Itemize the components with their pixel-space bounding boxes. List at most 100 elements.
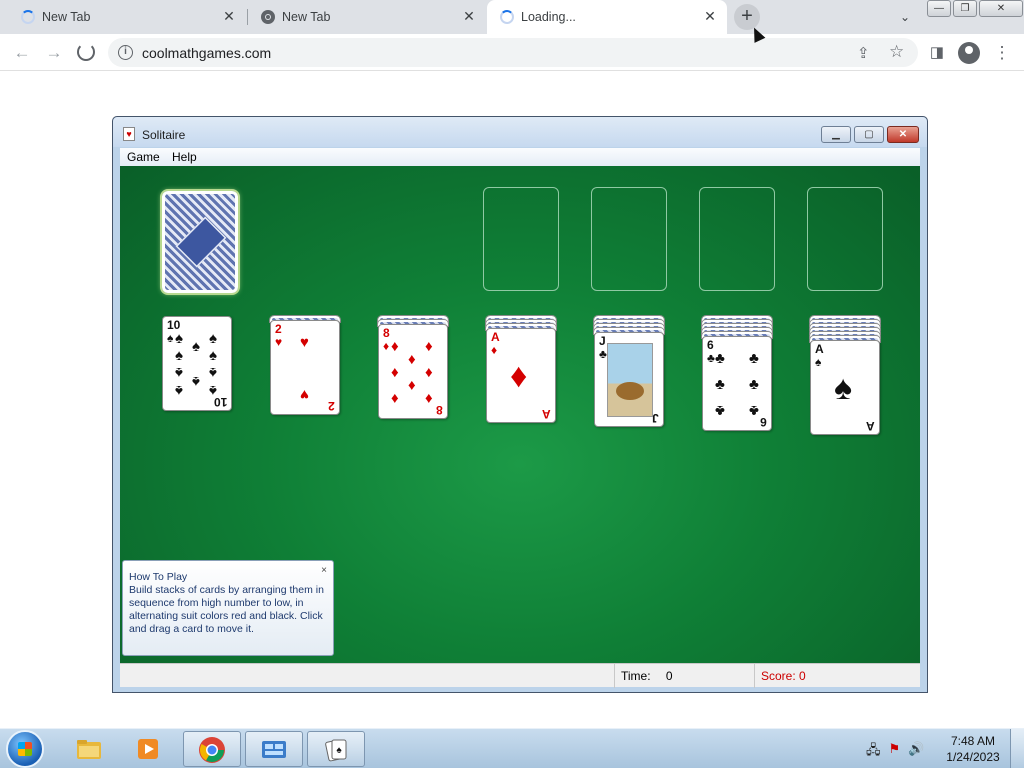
- card-rank: 2: [275, 322, 282, 336]
- media-player-icon: [135, 735, 163, 763]
- bookmark-star-icon[interactable]: ☆: [889, 42, 904, 62]
- face-up-card[interactable]: 6 ♣ 6 ♣ ♣ ♣ ♣ ♣ ♣: [702, 336, 772, 431]
- foundation-slot[interactable]: [591, 187, 667, 291]
- close-window-button[interactable]: ✕: [979, 0, 1023, 17]
- solitaire-minimize-button[interactable]: ▁: [821, 126, 851, 143]
- card-suit: ♦: [383, 339, 390, 353]
- score-label: Score:: [761, 669, 796, 683]
- game-table: 10 ♠ 10 ♠ ♠ ♠ ♠ ♠ ♠ ♠ ♠ ♠ ♠ 2 ♥ 2 ♥ ♥ 8 ♦ 8 ♦ ♦ ♦ ♦ ♦ ♦ ♦ ♦ A ♦ A ♦ J ♣ J 6 ♣…: [120, 166, 920, 663]
- card-rank: J: [652, 411, 659, 425]
- card-pip: ♣: [715, 350, 725, 367]
- score-display: Score: 0: [754, 664, 920, 688]
- card-suit: ♠: [167, 331, 174, 345]
- more-menu-icon[interactable]: ⋮: [991, 42, 1013, 64]
- face-up-card[interactable]: 10 ♠ 10 ♠ ♠ ♠ ♠ ♠ ♠ ♠ ♠ ♠ ♠: [162, 316, 232, 411]
- taskbar-explorer[interactable]: [61, 731, 119, 767]
- close-icon[interactable]: ✕: [701, 7, 719, 25]
- card-pip: ♦: [425, 390, 433, 407]
- foundation-slot[interactable]: [807, 187, 883, 291]
- status-bar: Time: 0 Score: 0: [120, 663, 920, 688]
- stop-loading-button[interactable]: [77, 43, 95, 61]
- back-button[interactable]: ←: [11, 42, 33, 64]
- side-panel-icon[interactable]: ◨: [926, 42, 948, 64]
- taskbar-control-panel[interactable]: [245, 731, 303, 767]
- card-suit: ♠: [815, 355, 822, 369]
- card-pip: ♦: [391, 390, 399, 407]
- card-suit: ♣: [707, 351, 715, 365]
- tab-loading[interactable]: Loading... ✕: [487, 0, 727, 34]
- volume-icon[interactable]: 🔊: [908, 741, 924, 763]
- network-icon[interactable]: 🖧: [866, 741, 881, 763]
- clock-time: 7:48 AM: [950, 734, 996, 748]
- face-up-card[interactable]: A ♠ A ♠: [810, 340, 880, 435]
- how-to-play-text: Build stacks of cards by arranging them …: [129, 584, 324, 635]
- face-up-card[interactable]: A ♦ A ♦: [486, 328, 556, 423]
- card-rank: 2: [328, 399, 335, 413]
- tab-new-tab-1[interactable]: New Tab ✕: [8, 0, 246, 34]
- card-pip: ♦: [425, 364, 433, 381]
- taskbar-chrome[interactable]: [183, 731, 241, 767]
- tab-strip: New Tab ✕ New Tab ✕ Loading... ✕ + ⌄ — ❐…: [0, 0, 1024, 34]
- card-suit: ♣: [599, 347, 607, 361]
- start-button[interactable]: [6, 730, 44, 768]
- window-controls: — ❐ ✕: [927, 0, 1023, 18]
- browser-toolbar: ← → i coolmathgames.com ⇪ ☆ ◨ ⋮: [0, 34, 1024, 71]
- card-pip: ♠: [175, 382, 183, 399]
- taskbar-media-player[interactable]: [121, 731, 179, 767]
- foundation-slot[interactable]: [483, 187, 559, 291]
- profile-avatar-icon[interactable]: [958, 42, 980, 64]
- site-info-icon[interactable]: i: [118, 45, 133, 60]
- system-tray: 🖧 ⚑ 🔊: [866, 741, 924, 763]
- card-pip: ♠: [192, 373, 200, 391]
- card-pip: ♠: [175, 364, 183, 382]
- card-rank: 6: [760, 415, 767, 429]
- action-center-flag-icon[interactable]: ⚑: [889, 741, 901, 763]
- face-up-card[interactable]: 2 ♥ 2 ♥ ♥: [270, 320, 340, 415]
- menu-game[interactable]: Game: [127, 150, 160, 164]
- minimize-button[interactable]: —: [927, 0, 951, 17]
- card-pip: ♦: [391, 364, 399, 381]
- jack-artwork: [607, 343, 653, 417]
- foundation-slot[interactable]: [699, 187, 775, 291]
- card-suit: ♦: [491, 343, 498, 357]
- card-pips: ♦ ♦ ♦ ♦ ♦ ♦ ♦ ♦: [391, 339, 437, 407]
- card-pip: ♣: [715, 376, 725, 393]
- taskbar-solitaire[interactable]: ♠: [307, 731, 365, 767]
- share-icon[interactable]: ⇪: [857, 44, 870, 62]
- close-icon[interactable]: ✕: [220, 7, 238, 25]
- card-pip: ♦: [408, 351, 416, 368]
- close-icon[interactable]: ×: [321, 564, 327, 577]
- card-pip: ♦: [408, 377, 416, 394]
- card-pips: ♣ ♣ ♣ ♣ ♣ ♣: [715, 351, 761, 419]
- how-to-play-title: How To Play: [129, 571, 188, 583]
- how-to-play-tooltip: × How To Play Build stacks of cards by a…: [122, 560, 334, 656]
- chrome-icon: [260, 9, 276, 25]
- time-display: Time: 0: [614, 664, 754, 688]
- score-value: 0: [799, 669, 806, 683]
- stock-pile[interactable]: [162, 191, 238, 293]
- card-pip: ♦: [510, 357, 528, 395]
- restore-button[interactable]: ❐: [953, 0, 977, 17]
- solitaire-close-button[interactable]: ✕: [887, 126, 919, 143]
- solitaire-maximize-button[interactable]: ▢: [854, 126, 884, 143]
- card-pip: ♥: [300, 386, 309, 403]
- card-pip: ♦: [425, 338, 433, 355]
- forward-button[interactable]: →: [43, 42, 65, 64]
- address-bar[interactable]: i coolmathgames.com ⇪ ☆: [108, 38, 918, 67]
- close-icon[interactable]: ✕: [460, 7, 478, 25]
- url-text[interactable]: coolmathgames.com: [142, 45, 271, 61]
- solitaire-titlebar: ♥ Solitaire ▁ ▢ ✕: [113, 117, 927, 147]
- card-suit: ♥: [275, 335, 283, 349]
- show-desktop-button[interactable]: [1010, 729, 1024, 768]
- tab-label: New Tab: [282, 10, 331, 24]
- card-pip: ♦: [391, 338, 399, 355]
- tab-search-chevron-icon[interactable]: ⌄: [896, 8, 914, 26]
- face-up-card[interactable]: J ♣ J: [594, 332, 664, 427]
- svg-text:♠: ♠: [336, 745, 342, 756]
- tab-new-tab-2[interactable]: New Tab ✕: [248, 0, 486, 34]
- menu-help[interactable]: Help: [172, 150, 197, 164]
- card-rank: 8: [436, 403, 443, 417]
- control-panel-icon: [260, 736, 288, 764]
- taskbar-clock[interactable]: 7:48 AM 1/24/2023: [940, 733, 1006, 765]
- face-up-card[interactable]: 8 ♦ 8 ♦ ♦ ♦ ♦ ♦ ♦ ♦ ♦: [378, 324, 448, 419]
